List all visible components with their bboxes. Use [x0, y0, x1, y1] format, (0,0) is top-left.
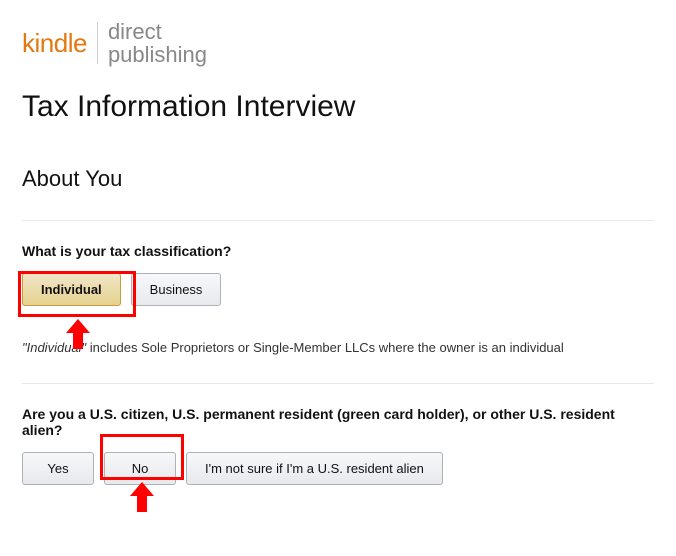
- unsure-button[interactable]: I'm not sure if I'm a U.S. resident alie…: [186, 452, 443, 485]
- q1-note-rest: includes Sole Proprietors or Single-Memb…: [86, 340, 564, 355]
- q1-note: "Individual" includes Sole Proprietors o…: [22, 340, 654, 355]
- divider: [22, 383, 654, 384]
- page-title: Tax Information Interview: [22, 90, 654, 124]
- logo-direct-publishing: direct publishing: [108, 20, 207, 66]
- section-title: About You: [22, 166, 654, 192]
- kdp-logo: kindle direct publishing: [22, 20, 654, 66]
- logo-publishing-text: publishing: [108, 43, 207, 66]
- q1-options: Individual Business: [22, 273, 654, 306]
- business-button[interactable]: Business: [131, 273, 222, 306]
- logo-direct-text: direct: [108, 20, 207, 43]
- individual-button[interactable]: Individual: [22, 273, 121, 306]
- arrow-icon: [130, 482, 154, 512]
- divider: [22, 220, 654, 221]
- q2-options: Yes No I'm not sure if I'm a U.S. reside…: [22, 452, 654, 485]
- logo-kindle-text: kindle: [22, 28, 87, 59]
- no-button[interactable]: No: [104, 452, 176, 485]
- logo-divider: [97, 22, 98, 64]
- yes-button[interactable]: Yes: [22, 452, 94, 485]
- q1-note-em: "Individual": [22, 340, 86, 355]
- q1-label: What is your tax classification?: [22, 243, 654, 259]
- q2-label: Are you a U.S. citizen, U.S. permanent r…: [22, 406, 654, 438]
